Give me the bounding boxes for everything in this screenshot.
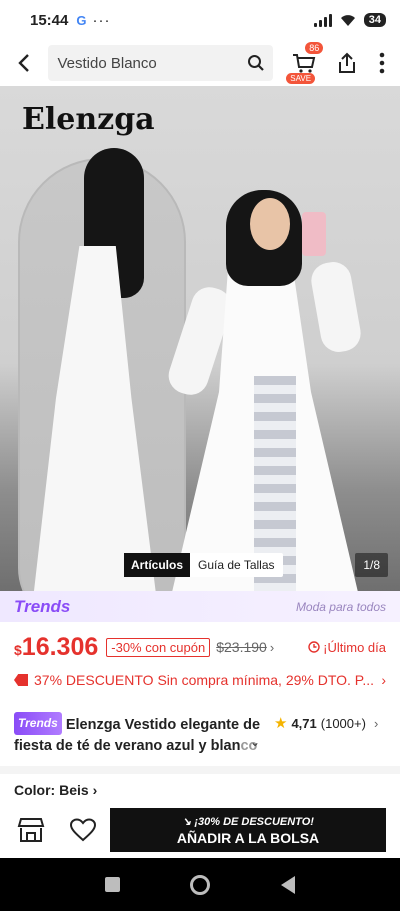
product-title[interactable]: Trends Elenzga Vestido elegante de fiest… [14, 712, 270, 754]
promo-row[interactable]: 37% DESCUENTO Sin compra mínima, 29% DTO… [0, 668, 400, 692]
back-arrow-icon [18, 54, 29, 72]
add-to-bag-promo: ↘ ¡30% DE DESCUENTO! [182, 815, 314, 828]
image-counter: 1/8 [355, 553, 388, 577]
star-icon: ★ [274, 715, 288, 732]
add-to-bag-button[interactable]: ↘ ¡30% DE DESCUENTO! AÑADIR A LA BOLSA [110, 808, 386, 852]
deadline-text: ¡Último día [323, 639, 386, 655]
status-bar: 15:44 G ··· 34 [0, 0, 400, 40]
price-value: 16.306 [21, 632, 99, 661]
battery-indicator: 34 [363, 13, 386, 27]
model-face [250, 198, 290, 250]
deadline-label: ¡Último día [308, 640, 386, 655]
cart-button[interactable]: 86 SAVE [279, 40, 328, 86]
price-row: $16.306 -30% con cupón $23.190 › ¡Último… [0, 630, 400, 664]
coupon-discount-badge[interactable]: -30% con cupón [106, 637, 211, 657]
signal-icon [313, 13, 332, 27]
search-icon[interactable] [247, 54, 265, 72]
trend-down-icon: ↘ [182, 815, 192, 828]
clock-icon [308, 641, 320, 653]
search-value: Vestido Blanco [57, 54, 157, 72]
back-icon[interactable] [280, 875, 295, 894]
section-divider [0, 766, 400, 774]
more-notifications-icon: ··· [92, 11, 111, 29]
currency-symbol: $ [14, 641, 22, 658]
home-icon[interactable] [190, 874, 211, 895]
model-phone [302, 212, 326, 256]
chevron-right-icon: › [373, 715, 379, 731]
promo-text: 37% DESCUENTO Sin compra mínima, 29% DTO… [34, 672, 374, 688]
brand-watermark: Elenzga [22, 102, 155, 137]
heart-icon [69, 818, 97, 842]
add-to-bag-label: AÑADIR A LA BOLSA [176, 829, 320, 846]
color-selector[interactable]: Color: Beis › [14, 782, 97, 798]
tab-size-guide[interactable]: Guía de Tallas [190, 553, 283, 577]
more-options-button[interactable] [364, 40, 400, 86]
rating-summary[interactable]: ★ 4,71 (1000+) › [274, 714, 378, 732]
trends-slogan: Moda para todos [295, 599, 386, 614]
current-price: $16.306 [14, 633, 98, 662]
save-badge: SAVE [286, 73, 316, 84]
more-vertical-icon [379, 52, 385, 74]
share-button[interactable] [329, 40, 365, 86]
status-time: 15:44 [30, 11, 69, 29]
back-button[interactable] [0, 40, 48, 86]
color-label: Color: Beis [14, 782, 89, 798]
tab-articles[interactable]: Artículos [124, 553, 191, 577]
rating-value: 4,71 [291, 715, 317, 731]
chevron-right-icon[interactable]: › [270, 640, 274, 655]
search-input[interactable]: Vestido Blanco [47, 45, 274, 81]
chevron-right-icon: › [92, 782, 98, 798]
add-to-bag-promo-text: ¡30% DE DESCUENTO! [194, 815, 314, 828]
review-count: (1000+) [320, 715, 366, 731]
wifi-icon [340, 14, 355, 26]
recents-icon[interactable] [105, 877, 121, 892]
bottom-action-bar: ↘ ¡30% DE DESCUENTO! AÑADIR A LA BOLSA [0, 802, 400, 858]
dress-sleeve-right [308, 259, 364, 355]
trends-banner[interactable]: Trends Moda para todos [0, 591, 400, 622]
trends-logo: Trends [14, 596, 71, 616]
top-bar: Vestido Blanco 86 SAVE [0, 40, 400, 86]
expand-title-icon[interactable]: ⌄ [250, 735, 260, 749]
product-image-carousel[interactable]: Elenzga Artículos Guía de Tallas 1/8 [0, 86, 400, 591]
chevron-right-icon: › [381, 672, 386, 688]
tag-icon [14, 674, 28, 686]
product-title-row: Trends Elenzga Vestido elegante de fiest… [0, 712, 400, 756]
wishlist-button[interactable] [66, 813, 100, 847]
cart-icon [293, 54, 316, 73]
store-icon [17, 818, 45, 842]
cart-count-badge: 86 [305, 42, 324, 54]
trends-badge: Trends [14, 712, 62, 735]
store-button[interactable] [14, 813, 48, 847]
original-price: $23.190 [216, 639, 267, 655]
share-icon [338, 52, 355, 73]
image-tabs: Artículos Guía de Tallas [124, 553, 283, 577]
google-icon: G [76, 12, 87, 28]
system-navigation-bar [0, 858, 400, 911]
